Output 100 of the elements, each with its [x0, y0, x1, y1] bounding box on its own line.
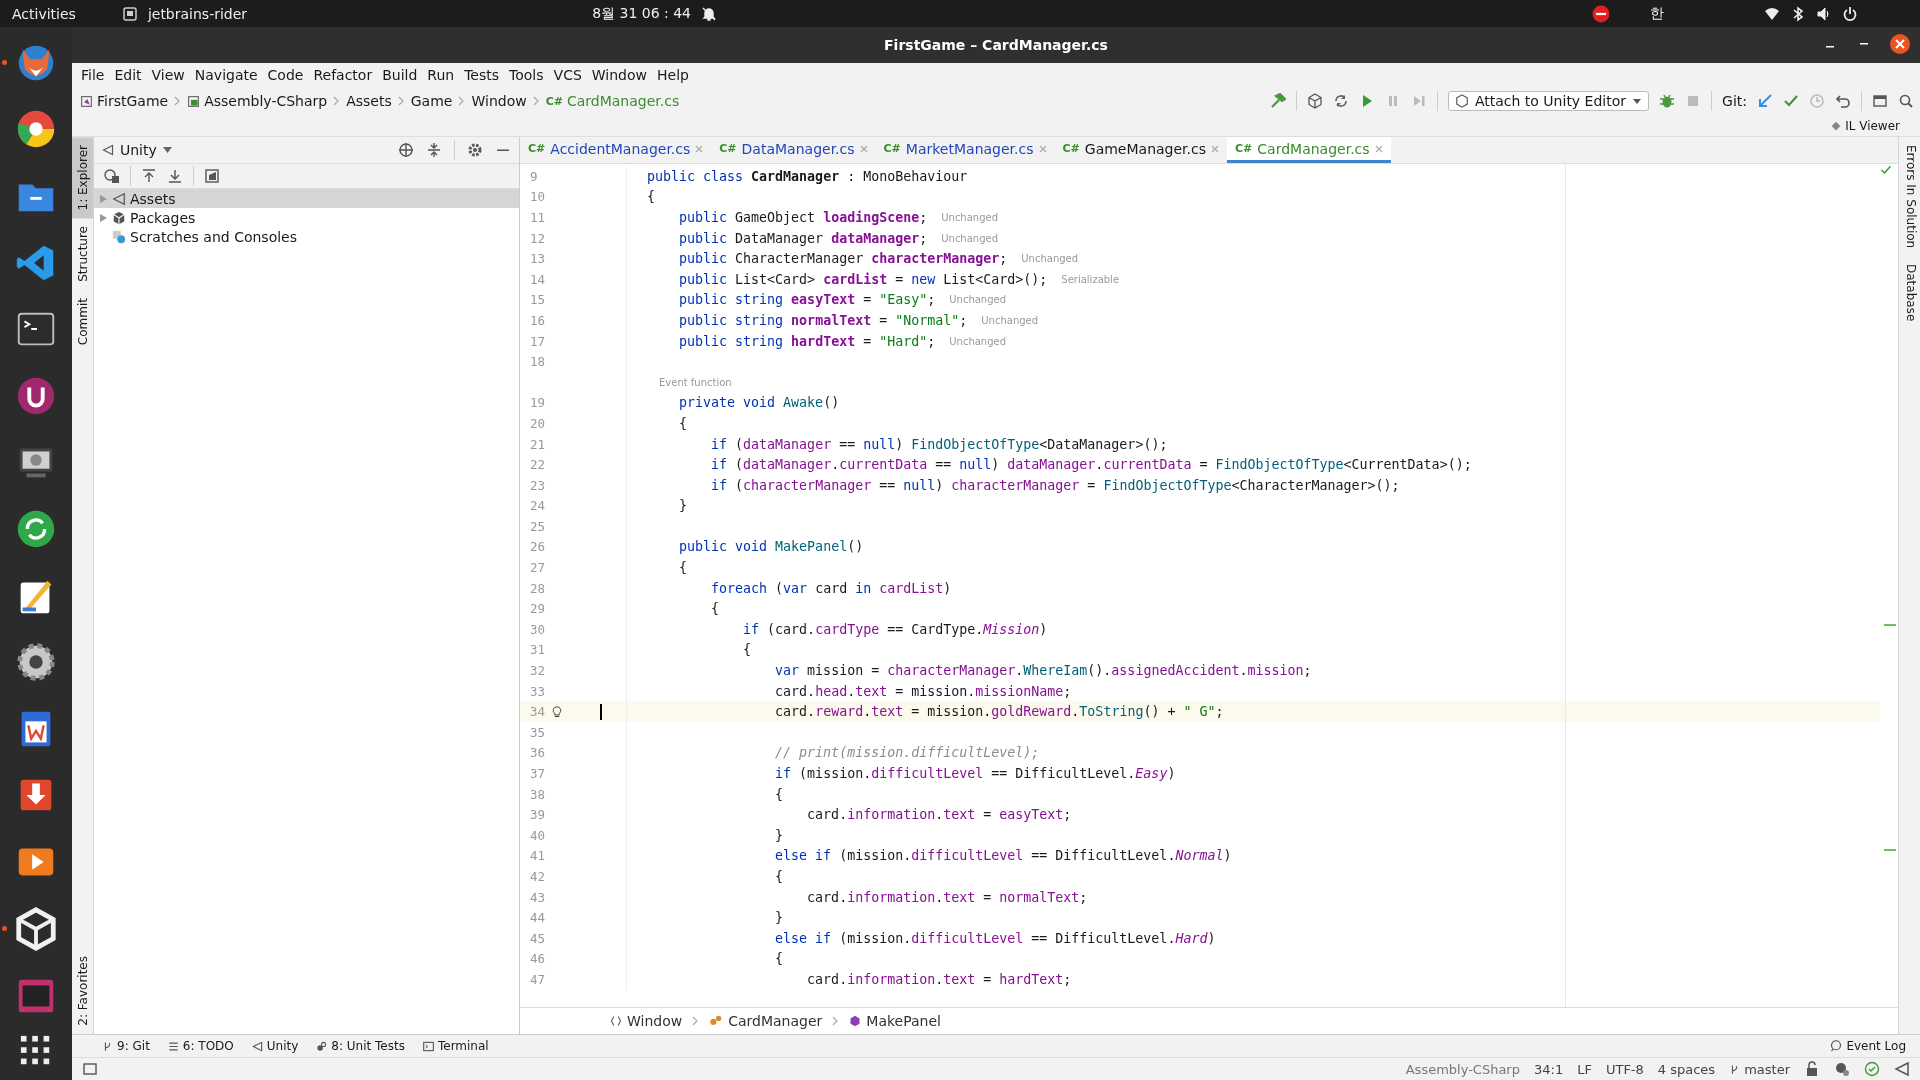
tool-window-tab[interactable]: Event Log: [1846, 1039, 1906, 1053]
chevron-icon: [397, 96, 405, 106]
menu-item[interactable]: Tests: [459, 66, 505, 83]
menu-item[interactable]: Build: [377, 66, 423, 83]
tool-window-tab[interactable]: 2: Favorites: [72, 948, 93, 1034]
rollback-icon[interactable]: [1835, 93, 1851, 109]
tool-window-tab[interactable]: Unity: [266, 1039, 299, 1053]
nav-bar-item[interactable]: Game: [410, 93, 453, 109]
tool-window-tab[interactable]: Database: [1899, 256, 1920, 330]
menu-item[interactable]: VCS: [548, 66, 587, 83]
package-icon: [112, 210, 126, 225]
tool-window-tab[interactable]: Terminal: [437, 1039, 489, 1053]
line-number: 42: [530, 869, 546, 884]
code-line: else if (mission.difficultLevel == DifficultLevel.Normal): [774, 848, 1232, 864]
search-icon[interactable]: [1898, 93, 1914, 109]
menu-item[interactable]: Tools: [504, 66, 549, 83]
expand-up-icon[interactable]: [141, 168, 157, 184]
layout-icon[interactable]: [82, 1061, 98, 1077]
input-method-indicator[interactable]: 한: [1650, 4, 1664, 23]
locate-icon[interactable]: [398, 142, 414, 158]
tool-window-tab[interactable]: Errors In Solution: [1899, 137, 1920, 257]
editor-tab[interactable]: C# GameManager.cs: [1054, 137, 1227, 163]
menu-item[interactable]: Navigate: [189, 66, 263, 83]
app-name[interactable]: jetbrains-rider: [147, 5, 248, 22]
clock[interactable]: 8월 31 06 : 44: [592, 4, 691, 23]
editor-tab[interactable]: C# CardManager.cs: [1227, 137, 1391, 163]
collapse-all-icon[interactable]: [426, 142, 442, 158]
activities-button[interactable]: Activities: [12, 5, 76, 22]
line-number: 26: [530, 539, 546, 555]
breadcrumb-item[interactable]: MakePanel: [866, 1013, 941, 1029]
nav-bar-item[interactable]: Assets: [346, 93, 392, 109]
preview-icon[interactable]: [204, 168, 220, 184]
tool-window-tab[interactable]: Structure: [72, 218, 93, 291]
lock-icon[interactable]: [1804, 1061, 1820, 1077]
code-line: public DataManager dataManager;: [678, 230, 928, 246]
menu-item[interactable]: Code: [262, 66, 309, 83]
git-branch[interactable]: master: [1744, 1061, 1790, 1077]
refresh-icon[interactable]: [1332, 93, 1349, 109]
expand-down-icon[interactable]: [167, 168, 183, 184]
indent-setting[interactable]: 4 spaces: [1657, 1061, 1716, 1077]
code-line: }: [774, 910, 784, 926]
file-encoding[interactable]: UTF-8: [1605, 1061, 1644, 1077]
app-icon[interactable]: [13, 905, 59, 952]
line-number: 11: [530, 210, 546, 225]
menu-item[interactable]: File: [76, 66, 110, 83]
change-marker[interactable]: [1884, 849, 1896, 851]
window-icon[interactable]: [1872, 93, 1888, 109]
show-files-icon[interactable]: [104, 168, 120, 184]
menu-item[interactable]: Refactor: [308, 66, 378, 83]
menu-item[interactable]: Help: [652, 66, 694, 83]
menu-item[interactable]: View: [146, 66, 190, 83]
tree-item[interactable]: Assets: [94, 189, 519, 208]
project-context[interactable]: Assembly-CSharp: [1405, 1061, 1520, 1077]
expand-arrow-icon[interactable]: [98, 212, 108, 223]
nav-bar-item[interactable]: FirstGame: [97, 93, 169, 109]
code-line: {: [710, 601, 720, 617]
nav-bar-item[interactable]: CardManager.cs: [566, 93, 680, 109]
line-number: 47: [530, 971, 546, 987]
tool-window-tab[interactable]: 8: Unit Tests: [331, 1039, 405, 1053]
tree-item[interactable]: Scratches and Consoles: [94, 227, 519, 246]
menu-item[interactable]: Edit: [109, 66, 147, 83]
line-ending[interactable]: LF: [1577, 1061, 1592, 1077]
code-line: if (card.cardType == CardType.Mission): [742, 621, 1048, 637]
scratch-icon: [112, 229, 126, 244]
close-button[interactable]: [1890, 34, 1910, 54]
ok-status-icon[interactable]: [1864, 1061, 1880, 1077]
line-number: 13: [530, 251, 546, 267]
update-arrow-icon[interactable]: [1757, 93, 1773, 109]
tree-item[interactable]: Packages: [94, 208, 519, 227]
caret-position[interactable]: 34:1: [1534, 1061, 1564, 1077]
menu-item[interactable]: Run: [422, 66, 460, 83]
tool-window-tab[interactable]: 9: Git: [117, 1039, 150, 1053]
hammer-icon[interactable]: [1269, 93, 1286, 109]
menu-item[interactable]: Window: [586, 66, 652, 83]
git-label: Git:: [1722, 93, 1747, 109]
breadcrumb-item[interactable]: Window: [627, 1013, 683, 1029]
nav-bar-item[interactable]: Window: [471, 93, 527, 109]
editor-tab[interactable]: C# DataManager.cs: [711, 137, 876, 163]
code-line: public string hardText = "Hard";: [678, 333, 936, 349]
view-selector[interactable]: Unity: [120, 142, 172, 158]
il-viewer-button[interactable]: IL Viewer: [1845, 119, 1900, 133]
code-line: if (dataManager.currentData == null) dataManager.currentData = FindObjectOfType<CurrentData>();: [710, 457, 1472, 473]
commit-check-icon[interactable]: [1783, 93, 1799, 109]
breadcrumb-item[interactable]: CardManager: [728, 1013, 823, 1029]
tool-window-tab[interactable]: 6: TODO: [182, 1039, 234, 1053]
run-configuration-dropdown[interactable]: Attach to Unity Editor: [1447, 91, 1650, 111]
change-marker[interactable]: [1884, 624, 1896, 626]
tool-window-tab[interactable]: 1: Explorer: [72, 137, 93, 219]
code-line: else if (mission.difficultLevel == DifficultLevel.Hard): [774, 930, 1216, 946]
line-number: 30: [530, 621, 546, 637]
code-line: public void MakePanel(): [678, 539, 864, 555]
bug-icon[interactable]: [1659, 93, 1676, 109]
unity-logo-icon[interactable]: [1306, 93, 1323, 109]
nav-bar-item[interactable]: Assembly-CSharp: [204, 93, 328, 109]
unity-connection-icon[interactable]: [1894, 1061, 1910, 1077]
terminal-icon: [422, 1040, 434, 1052]
editor-tab[interactable]: C# MarketManager.cs: [875, 137, 1055, 163]
tool-window-tab[interactable]: Commit: [72, 290, 93, 354]
editor-tab[interactable]: C# AccidentManager.cs: [520, 137, 712, 163]
settings-icon[interactable]: [467, 142, 483, 158]
